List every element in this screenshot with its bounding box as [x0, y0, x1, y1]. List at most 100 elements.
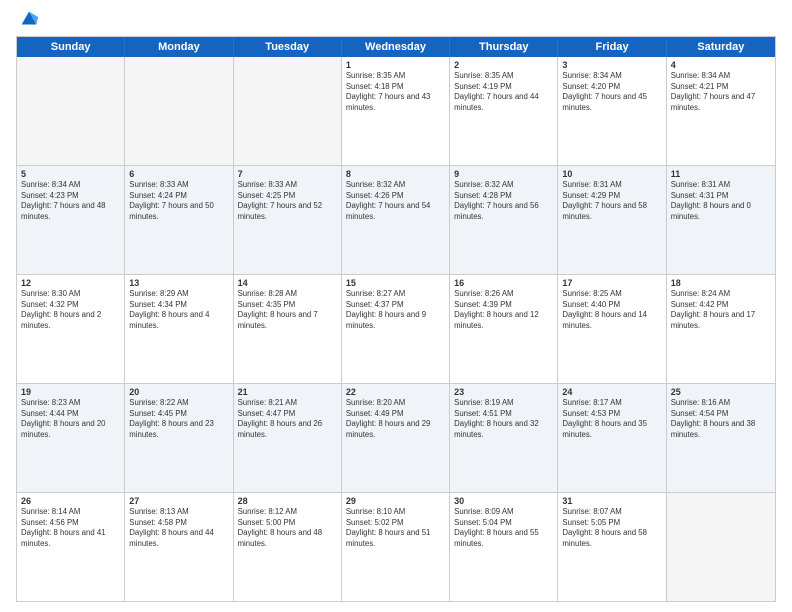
cell-day-number: 14 — [238, 278, 337, 288]
header — [16, 12, 776, 30]
cell-info: Sunrise: 8:10 AM Sunset: 5:02 PM Dayligh… — [346, 507, 445, 549]
cell-info: Sunrise: 8:19 AM Sunset: 4:51 PM Dayligh… — [454, 398, 553, 440]
cell-day-number: 4 — [671, 60, 771, 70]
cell-info: Sunrise: 8:33 AM Sunset: 4:24 PM Dayligh… — [129, 180, 228, 222]
calendar-cell: 24Sunrise: 8:17 AM Sunset: 4:53 PM Dayli… — [558, 384, 666, 492]
header-day-thursday: Thursday — [450, 37, 558, 57]
cell-day-number: 21 — [238, 387, 337, 397]
calendar-cell: 23Sunrise: 8:19 AM Sunset: 4:51 PM Dayli… — [450, 384, 558, 492]
cell-info: Sunrise: 8:27 AM Sunset: 4:37 PM Dayligh… — [346, 289, 445, 331]
cell-info: Sunrise: 8:31 AM Sunset: 4:31 PM Dayligh… — [671, 180, 771, 222]
calendar-cell: 26Sunrise: 8:14 AM Sunset: 4:56 PM Dayli… — [17, 493, 125, 601]
header-day-monday: Monday — [125, 37, 233, 57]
calendar-cell: 15Sunrise: 8:27 AM Sunset: 4:37 PM Dayli… — [342, 275, 450, 383]
cell-info: Sunrise: 8:21 AM Sunset: 4:47 PM Dayligh… — [238, 398, 337, 440]
calendar-cell: 13Sunrise: 8:29 AM Sunset: 4:34 PM Dayli… — [125, 275, 233, 383]
cell-day-number: 13 — [129, 278, 228, 288]
cell-day-number: 2 — [454, 60, 553, 70]
cell-info: Sunrise: 8:33 AM Sunset: 4:25 PM Dayligh… — [238, 180, 337, 222]
cell-day-number: 12 — [21, 278, 120, 288]
logo-icon — [18, 8, 40, 30]
cell-day-number: 24 — [562, 387, 661, 397]
calendar-cell: 11Sunrise: 8:31 AM Sunset: 4:31 PM Dayli… — [667, 166, 775, 274]
cell-info: Sunrise: 8:35 AM Sunset: 4:18 PM Dayligh… — [346, 71, 445, 113]
cell-info: Sunrise: 8:32 AM Sunset: 4:26 PM Dayligh… — [346, 180, 445, 222]
cell-info: Sunrise: 8:07 AM Sunset: 5:05 PM Dayligh… — [562, 507, 661, 549]
calendar-row-1: 5Sunrise: 8:34 AM Sunset: 4:23 PM Daylig… — [17, 165, 775, 274]
cell-day-number: 20 — [129, 387, 228, 397]
cell-info: Sunrise: 8:23 AM Sunset: 4:44 PM Dayligh… — [21, 398, 120, 440]
header-day-wednesday: Wednesday — [342, 37, 450, 57]
cell-info: Sunrise: 8:35 AM Sunset: 4:19 PM Dayligh… — [454, 71, 553, 113]
cell-day-number: 8 — [346, 169, 445, 179]
cell-day-number: 29 — [346, 496, 445, 506]
cell-info: Sunrise: 8:13 AM Sunset: 4:58 PM Dayligh… — [129, 507, 228, 549]
cell-day-number: 11 — [671, 169, 771, 179]
logo — [16, 12, 40, 30]
cell-info: Sunrise: 8:31 AM Sunset: 4:29 PM Dayligh… — [562, 180, 661, 222]
cell-day-number: 17 — [562, 278, 661, 288]
cell-day-number: 25 — [671, 387, 771, 397]
cell-info: Sunrise: 8:17 AM Sunset: 4:53 PM Dayligh… — [562, 398, 661, 440]
cell-day-number: 28 — [238, 496, 337, 506]
cell-day-number: 23 — [454, 387, 553, 397]
calendar-row-3: 19Sunrise: 8:23 AM Sunset: 4:44 PM Dayli… — [17, 383, 775, 492]
calendar-cell: 29Sunrise: 8:10 AM Sunset: 5:02 PM Dayli… — [342, 493, 450, 601]
header-day-sunday: Sunday — [17, 37, 125, 57]
cell-day-number: 31 — [562, 496, 661, 506]
header-day-tuesday: Tuesday — [234, 37, 342, 57]
cell-day-number: 26 — [21, 496, 120, 506]
cell-day-number: 19 — [21, 387, 120, 397]
cell-day-number: 9 — [454, 169, 553, 179]
calendar-cell: 19Sunrise: 8:23 AM Sunset: 4:44 PM Dayli… — [17, 384, 125, 492]
cell-info: Sunrise: 8:32 AM Sunset: 4:28 PM Dayligh… — [454, 180, 553, 222]
cell-info: Sunrise: 8:24 AM Sunset: 4:42 PM Dayligh… — [671, 289, 771, 331]
calendar-cell: 14Sunrise: 8:28 AM Sunset: 4:35 PM Dayli… — [234, 275, 342, 383]
calendar-cell: 17Sunrise: 8:25 AM Sunset: 4:40 PM Dayli… — [558, 275, 666, 383]
cell-day-number: 16 — [454, 278, 553, 288]
cell-day-number: 6 — [129, 169, 228, 179]
calendar-cell — [17, 57, 125, 165]
cell-day-number: 1 — [346, 60, 445, 70]
calendar-cell: 18Sunrise: 8:24 AM Sunset: 4:42 PM Dayli… — [667, 275, 775, 383]
calendar-cell: 6Sunrise: 8:33 AM Sunset: 4:24 PM Daylig… — [125, 166, 233, 274]
cell-info: Sunrise: 8:12 AM Sunset: 5:00 PM Dayligh… — [238, 507, 337, 549]
calendar-cell: 2Sunrise: 8:35 AM Sunset: 4:19 PM Daylig… — [450, 57, 558, 165]
calendar-cell: 22Sunrise: 8:20 AM Sunset: 4:49 PM Dayli… — [342, 384, 450, 492]
cell-day-number: 27 — [129, 496, 228, 506]
header-day-saturday: Saturday — [667, 37, 775, 57]
calendar-cell: 27Sunrise: 8:13 AM Sunset: 4:58 PM Dayli… — [125, 493, 233, 601]
calendar-cell: 5Sunrise: 8:34 AM Sunset: 4:23 PM Daylig… — [17, 166, 125, 274]
calendar-cell: 25Sunrise: 8:16 AM Sunset: 4:54 PM Dayli… — [667, 384, 775, 492]
calendar-cell: 4Sunrise: 8:34 AM Sunset: 4:21 PM Daylig… — [667, 57, 775, 165]
header-day-friday: Friday — [558, 37, 666, 57]
calendar-cell: 7Sunrise: 8:33 AM Sunset: 4:25 PM Daylig… — [234, 166, 342, 274]
cell-info: Sunrise: 8:25 AM Sunset: 4:40 PM Dayligh… — [562, 289, 661, 331]
calendar-cell: 8Sunrise: 8:32 AM Sunset: 4:26 PM Daylig… — [342, 166, 450, 274]
cell-info: Sunrise: 8:26 AM Sunset: 4:39 PM Dayligh… — [454, 289, 553, 331]
cell-day-number: 3 — [562, 60, 661, 70]
cell-day-number: 7 — [238, 169, 337, 179]
calendar-cell: 16Sunrise: 8:26 AM Sunset: 4:39 PM Dayli… — [450, 275, 558, 383]
calendar-cell — [234, 57, 342, 165]
calendar-cell: 9Sunrise: 8:32 AM Sunset: 4:28 PM Daylig… — [450, 166, 558, 274]
cell-info: Sunrise: 8:22 AM Sunset: 4:45 PM Dayligh… — [129, 398, 228, 440]
cell-info: Sunrise: 8:34 AM Sunset: 4:23 PM Dayligh… — [21, 180, 120, 222]
calendar-cell: 10Sunrise: 8:31 AM Sunset: 4:29 PM Dayli… — [558, 166, 666, 274]
cell-info: Sunrise: 8:16 AM Sunset: 4:54 PM Dayligh… — [671, 398, 771, 440]
calendar-cell — [125, 57, 233, 165]
calendar-cell: 21Sunrise: 8:21 AM Sunset: 4:47 PM Dayli… — [234, 384, 342, 492]
calendar-cell: 30Sunrise: 8:09 AM Sunset: 5:04 PM Dayli… — [450, 493, 558, 601]
cell-day-number: 15 — [346, 278, 445, 288]
cell-info: Sunrise: 8:14 AM Sunset: 4:56 PM Dayligh… — [21, 507, 120, 549]
cell-day-number: 18 — [671, 278, 771, 288]
calendar-row-0: 1Sunrise: 8:35 AM Sunset: 4:18 PM Daylig… — [17, 57, 775, 165]
calendar-page: SundayMondayTuesdayWednesdayThursdayFrid… — [0, 0, 792, 612]
calendar-cell — [667, 493, 775, 601]
cell-day-number: 5 — [21, 169, 120, 179]
calendar-cell: 28Sunrise: 8:12 AM Sunset: 5:00 PM Dayli… — [234, 493, 342, 601]
calendar-header: SundayMondayTuesdayWednesdayThursdayFrid… — [17, 37, 775, 57]
calendar-row-2: 12Sunrise: 8:30 AM Sunset: 4:32 PM Dayli… — [17, 274, 775, 383]
cell-info: Sunrise: 8:28 AM Sunset: 4:35 PM Dayligh… — [238, 289, 337, 331]
cell-info: Sunrise: 8:29 AM Sunset: 4:34 PM Dayligh… — [129, 289, 228, 331]
